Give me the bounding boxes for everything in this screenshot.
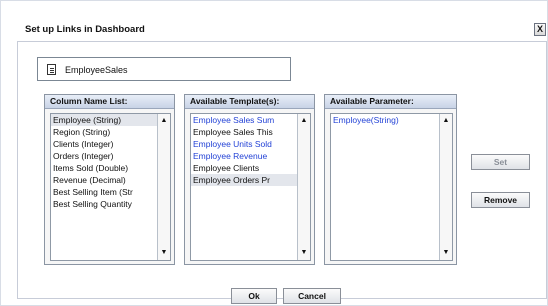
scroll-up-icon[interactable]: ▲ [160, 117, 168, 125]
parameter-list-scrollbar[interactable]: ▲ ▼ [439, 114, 452, 260]
remove-button[interactable]: Remove [471, 192, 530, 208]
list-item[interactable]: Employee Units Sold [191, 138, 310, 150]
cancel-button[interactable]: Cancel [283, 288, 341, 304]
scroll-up-icon[interactable]: ▲ [300, 117, 308, 125]
document-icon [47, 64, 56, 75]
parameter-list-title: Available Parameter: [325, 95, 456, 109]
template-listbox[interactable]: Employee Sales Sum Employee Sales This E… [190, 113, 311, 261]
set-button[interactable]: Set [471, 154, 530, 170]
setup-links-dialog: Set up Links in Dashboard X EmployeeSale… [0, 0, 548, 306]
list-item[interactable]: Employee Sales Sum [191, 114, 310, 126]
list-item[interactable]: Employee (String) [51, 114, 170, 126]
list-item[interactable]: Best Selling Quantity [51, 198, 170, 210]
scroll-down-icon[interactable]: ▼ [442, 249, 450, 257]
template-list-scrollbar[interactable]: ▲ ▼ [297, 114, 310, 260]
list-item[interactable]: Orders (Integer) [51, 150, 170, 162]
parameter-listbox[interactable]: Employee(String) ▲ ▼ [330, 113, 453, 261]
list-item[interactable]: Revenue (Decimal) [51, 174, 170, 186]
dialog-title: Set up Links in Dashboard [25, 24, 145, 35]
dialog-titlebar: Set up Links in Dashboard X [15, 19, 546, 41]
list-item[interactable]: Items Sold (Double) [51, 162, 170, 174]
list-item[interactable]: Employee Clients [191, 162, 310, 174]
list-item[interactable]: Region (String) [51, 126, 170, 138]
ok-button[interactable]: Ok [231, 288, 277, 304]
scroll-down-icon[interactable]: ▼ [300, 249, 308, 257]
list-item[interactable]: Employee Orders Pr [191, 174, 310, 186]
close-icon[interactable]: X [534, 23, 546, 36]
dashboard-name-text: EmployeeSales [65, 65, 128, 75]
list-item[interactable]: Employee(String) [331, 114, 452, 126]
dashboard-name-field: EmployeeSales [37, 57, 291, 81]
list-item[interactable]: Clients (Integer) [51, 138, 170, 150]
list-item[interactable]: Employee Revenue [191, 150, 310, 162]
list-item[interactable]: Employee Sales This [191, 126, 310, 138]
parameter-list-panel: Available Parameter: Employee(String) ▲ … [324, 94, 457, 265]
template-list-panel: Available Template(s): Employee Sales Su… [184, 94, 315, 265]
column-list-panel: Column Name List: Employee (String) Regi… [44, 94, 175, 265]
scroll-up-icon[interactable]: ▲ [442, 117, 450, 125]
column-listbox[interactable]: Employee (String) Region (String) Client… [50, 113, 171, 261]
list-item[interactable]: Best Selling Item (Str [51, 186, 170, 198]
column-list-scrollbar[interactable]: ▲ ▼ [157, 114, 170, 260]
column-list-title: Column Name List: [45, 95, 174, 109]
template-list-title: Available Template(s): [185, 95, 314, 109]
scroll-down-icon[interactable]: ▼ [160, 249, 168, 257]
